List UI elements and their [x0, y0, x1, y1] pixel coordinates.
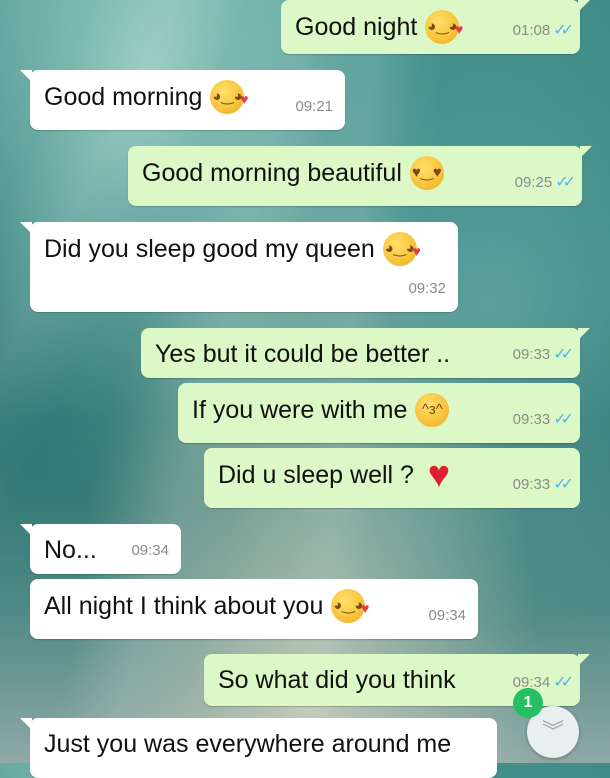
kiss-face-icon: ◕‿◕ ♥	[210, 80, 248, 114]
message-meta: 09:34	[131, 536, 169, 566]
message-text: Good morning beautiful	[142, 159, 402, 187]
message-time: 09:21	[295, 98, 333, 115]
message-meta: 09:21	[295, 92, 333, 122]
read-ticks-icon: ✓✓	[553, 674, 574, 691]
message-text: Good morning	[44, 83, 203, 111]
red-heart-icon: ♥	[427, 454, 451, 496]
kiss-face-icon: ◕‿◕ ♥	[382, 232, 421, 266]
message-time: 09:33	[512, 411, 551, 428]
message-time: 09:34	[131, 542, 169, 559]
message-text: If you were with me	[192, 396, 408, 424]
message-incoming[interactable]: Just you was everywhere around me	[20, 718, 497, 778]
message-incoming[interactable]: No... 09:34	[20, 524, 181, 574]
message-text: Good night	[295, 13, 418, 41]
read-ticks-icon: ✓✓	[553, 22, 574, 39]
message-time: 09:34	[428, 607, 466, 624]
message-incoming[interactable]: All night I think about you ◕‿◕ ♥ 09:34	[30, 579, 478, 639]
kissing-closed-eyes-face-icon: ^з^	[415, 393, 450, 427]
message-meta: 09:33 ✓✓	[512, 405, 574, 435]
message-time: 09:33	[512, 346, 551, 363]
message-time: 09:33	[512, 476, 551, 493]
message-meta: 09:33 ✓✓	[512, 470, 574, 500]
message-text: Yes but it could be better ..	[155, 340, 451, 369]
message-meta: 09:34	[428, 601, 466, 631]
message-outgoing[interactable]: Did u sleep well ? ♥ 09:33 ✓✓	[204, 448, 580, 508]
kiss-face-icon: ◕‿◕ ♥	[425, 10, 463, 44]
message-text: Just you was everywhere around me	[44, 730, 452, 759]
heart-eyes-face-icon: ♥‿♥	[409, 156, 444, 190]
double-chevron-down-icon: ︾	[541, 719, 564, 744]
message-meta: 09:33 ✓✓	[512, 340, 574, 370]
read-ticks-icon: ✓✓	[553, 411, 574, 428]
message-text: So what did you think	[218, 666, 456, 695]
message-meta: 01:08 ✓✓	[512, 16, 574, 46]
message-time: 01:08	[512, 22, 551, 39]
kiss-face-icon: ◕‿◕ ♥	[331, 589, 369, 623]
message-time: 09:32	[408, 280, 446, 297]
message-meta: 09:25 ✓✓	[514, 168, 576, 198]
read-ticks-icon: ✓✓	[555, 174, 576, 191]
read-ticks-icon: ✓✓	[553, 476, 574, 493]
message-outgoing[interactable]: Good night ◕‿◕ ♥ 01:08 ✓✓	[281, 0, 590, 54]
message-incoming[interactable]: Did you sleep good my queen ◕‿◕ ♥ 09:32	[20, 222, 458, 312]
read-ticks-icon: ✓✓	[553, 346, 574, 363]
message-outgoing[interactable]: If you were with me ^з^ 09:33 ✓✓	[178, 383, 580, 443]
message-time: 09:25	[514, 174, 553, 191]
message-meta: 09:32	[408, 274, 446, 304]
message-text: No...	[44, 536, 97, 565]
message-outgoing[interactable]: Good morning beautiful ♥‿♥ 09:25 ✓✓	[128, 146, 592, 206]
unread-count-badge: 1	[513, 688, 543, 718]
message-text: All night I think about you	[44, 592, 324, 620]
message-text: Did you sleep good my queen	[44, 235, 375, 263]
message-text: Did u sleep well ?	[218, 461, 414, 489]
message-outgoing[interactable]: Yes but it could be better .. 09:33 ✓✓	[141, 328, 590, 378]
message-incoming[interactable]: Good morning ◕‿◕ ♥ 09:21	[20, 70, 345, 130]
